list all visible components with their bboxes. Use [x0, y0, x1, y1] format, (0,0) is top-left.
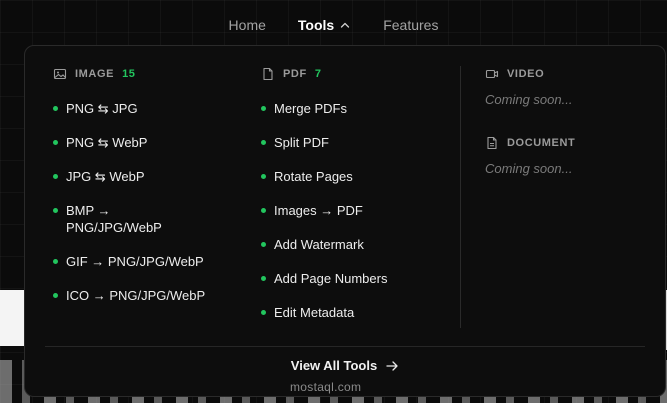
bullet-dot: [261, 140, 266, 145]
nav-tools[interactable]: Tools: [282, 17, 367, 33]
tool-link[interactable]: Images → PDF: [261, 202, 461, 219]
bullet-dot: [261, 174, 266, 179]
tool-label: Edit Metadata: [274, 305, 355, 320]
tool-link[interactable]: Add Watermark: [261, 236, 461, 253]
bullet-dot: [53, 174, 58, 179]
video-section-header: VIDEO: [485, 66, 655, 82]
document-icon: [487, 136, 497, 150]
chevron-up-icon: [341, 22, 350, 28]
bullet-dot: [261, 208, 266, 213]
bullet-dot: [53, 140, 58, 145]
document-section-title: DOCUMENT: [507, 137, 576, 149]
bullet-dot: [261, 242, 266, 247]
tool-link[interactable]: GIF → PNG/JPG/WebP: [53, 253, 253, 270]
bullet-dot: [53, 208, 58, 213]
pdf-tools-column: PDF 7 Merge PDFs Split PDF Rotate Pages …: [261, 66, 461, 338]
bullet-dot: [53, 293, 58, 298]
view-all-tools-link[interactable]: View All Tools: [25, 358, 665, 373]
tool-label: ICO → PNG/JPG/WebP: [66, 288, 206, 303]
tool-label: PNG ⇆ JPG: [66, 101, 138, 116]
nav-home[interactable]: Home: [213, 17, 282, 33]
tool-link[interactable]: JPG ⇆ WebP: [53, 168, 253, 185]
image-section-title: IMAGE: [75, 68, 115, 80]
bullet-dot: [261, 106, 266, 111]
watermark-text: mostaql.com: [290, 380, 362, 394]
bullet-dot: [261, 310, 266, 315]
pdf-tool-count: 7: [314, 68, 322, 80]
tool-link[interactable]: Rotate Pages: [261, 168, 461, 185]
video-section-title: VIDEO: [507, 68, 545, 80]
tool-link[interactable]: BMP → PNG/JPG/WebP: [53, 202, 193, 236]
document-coming-soon: Coming soon...: [485, 161, 573, 176]
document-section-header: DOCUMENT: [485, 135, 655, 151]
tool-link[interactable]: PNG ⇆ JPG: [53, 100, 253, 117]
background-hero-text-fragment: [0, 290, 24, 346]
bullet-dot: [53, 259, 58, 264]
tool-label: JPG ⇆ WebP: [66, 169, 145, 184]
nav-tools-label: Tools: [297, 17, 335, 33]
nav-features[interactable]: Features: [367, 17, 454, 33]
image-section-header: IMAGE 15: [53, 66, 253, 82]
image-tools-column: IMAGE 15 PNG ⇆ JPG PNG ⇆ WebP JPG ⇆ WebP…: [53, 66, 253, 321]
tool-label: Add Watermark: [274, 237, 364, 252]
bullet-dot: [53, 106, 58, 111]
column-divider: [460, 66, 461, 328]
top-navbar: Home Tools Features: [0, 0, 667, 50]
tool-label: GIF → PNG/JPG/WebP: [66, 254, 204, 269]
footer-divider: [45, 346, 645, 347]
file-icon: [263, 67, 273, 81]
tool-link[interactable]: Merge PDFs: [261, 100, 461, 117]
tool-link[interactable]: Add Page Numbers: [261, 270, 461, 287]
tool-label: Images → PDF: [274, 203, 363, 218]
tool-label: PNG ⇆ WebP: [66, 135, 148, 150]
pdf-section-header: PDF 7: [261, 66, 461, 82]
tool-label: Merge PDFs: [274, 101, 347, 116]
tool-link[interactable]: Edit Metadata: [261, 304, 461, 321]
tool-link[interactable]: Split PDF: [261, 134, 461, 151]
image-tool-count: 15: [122, 68, 136, 80]
tool-label: BMP → PNG/JPG/WebP: [66, 203, 162, 235]
tool-label: Add Page Numbers: [274, 271, 388, 286]
pdf-section-title: PDF: [283, 68, 307, 80]
view-all-tools-label: View All Tools: [290, 358, 378, 373]
image-icon: [53, 68, 67, 80]
bullet-dot: [261, 276, 266, 281]
video-icon: [485, 69, 499, 79]
tool-link[interactable]: PNG ⇆ WebP: [53, 134, 253, 151]
upcoming-tools-column: VIDEO Coming soon... DOCUMENT Coming soo…: [485, 66, 655, 204]
tool-label: Rotate Pages: [274, 169, 353, 184]
tool-link[interactable]: ICO → PNG/JPG/WebP: [53, 287, 253, 304]
tool-label: Split PDF: [274, 135, 329, 150]
tools-dropdown-menu: IMAGE 15 PNG ⇆ JPG PNG ⇆ WebP JPG ⇆ WebP…: [24, 45, 666, 397]
arrow-right-icon: [386, 360, 398, 371]
video-coming-soon: Coming soon...: [485, 92, 573, 107]
